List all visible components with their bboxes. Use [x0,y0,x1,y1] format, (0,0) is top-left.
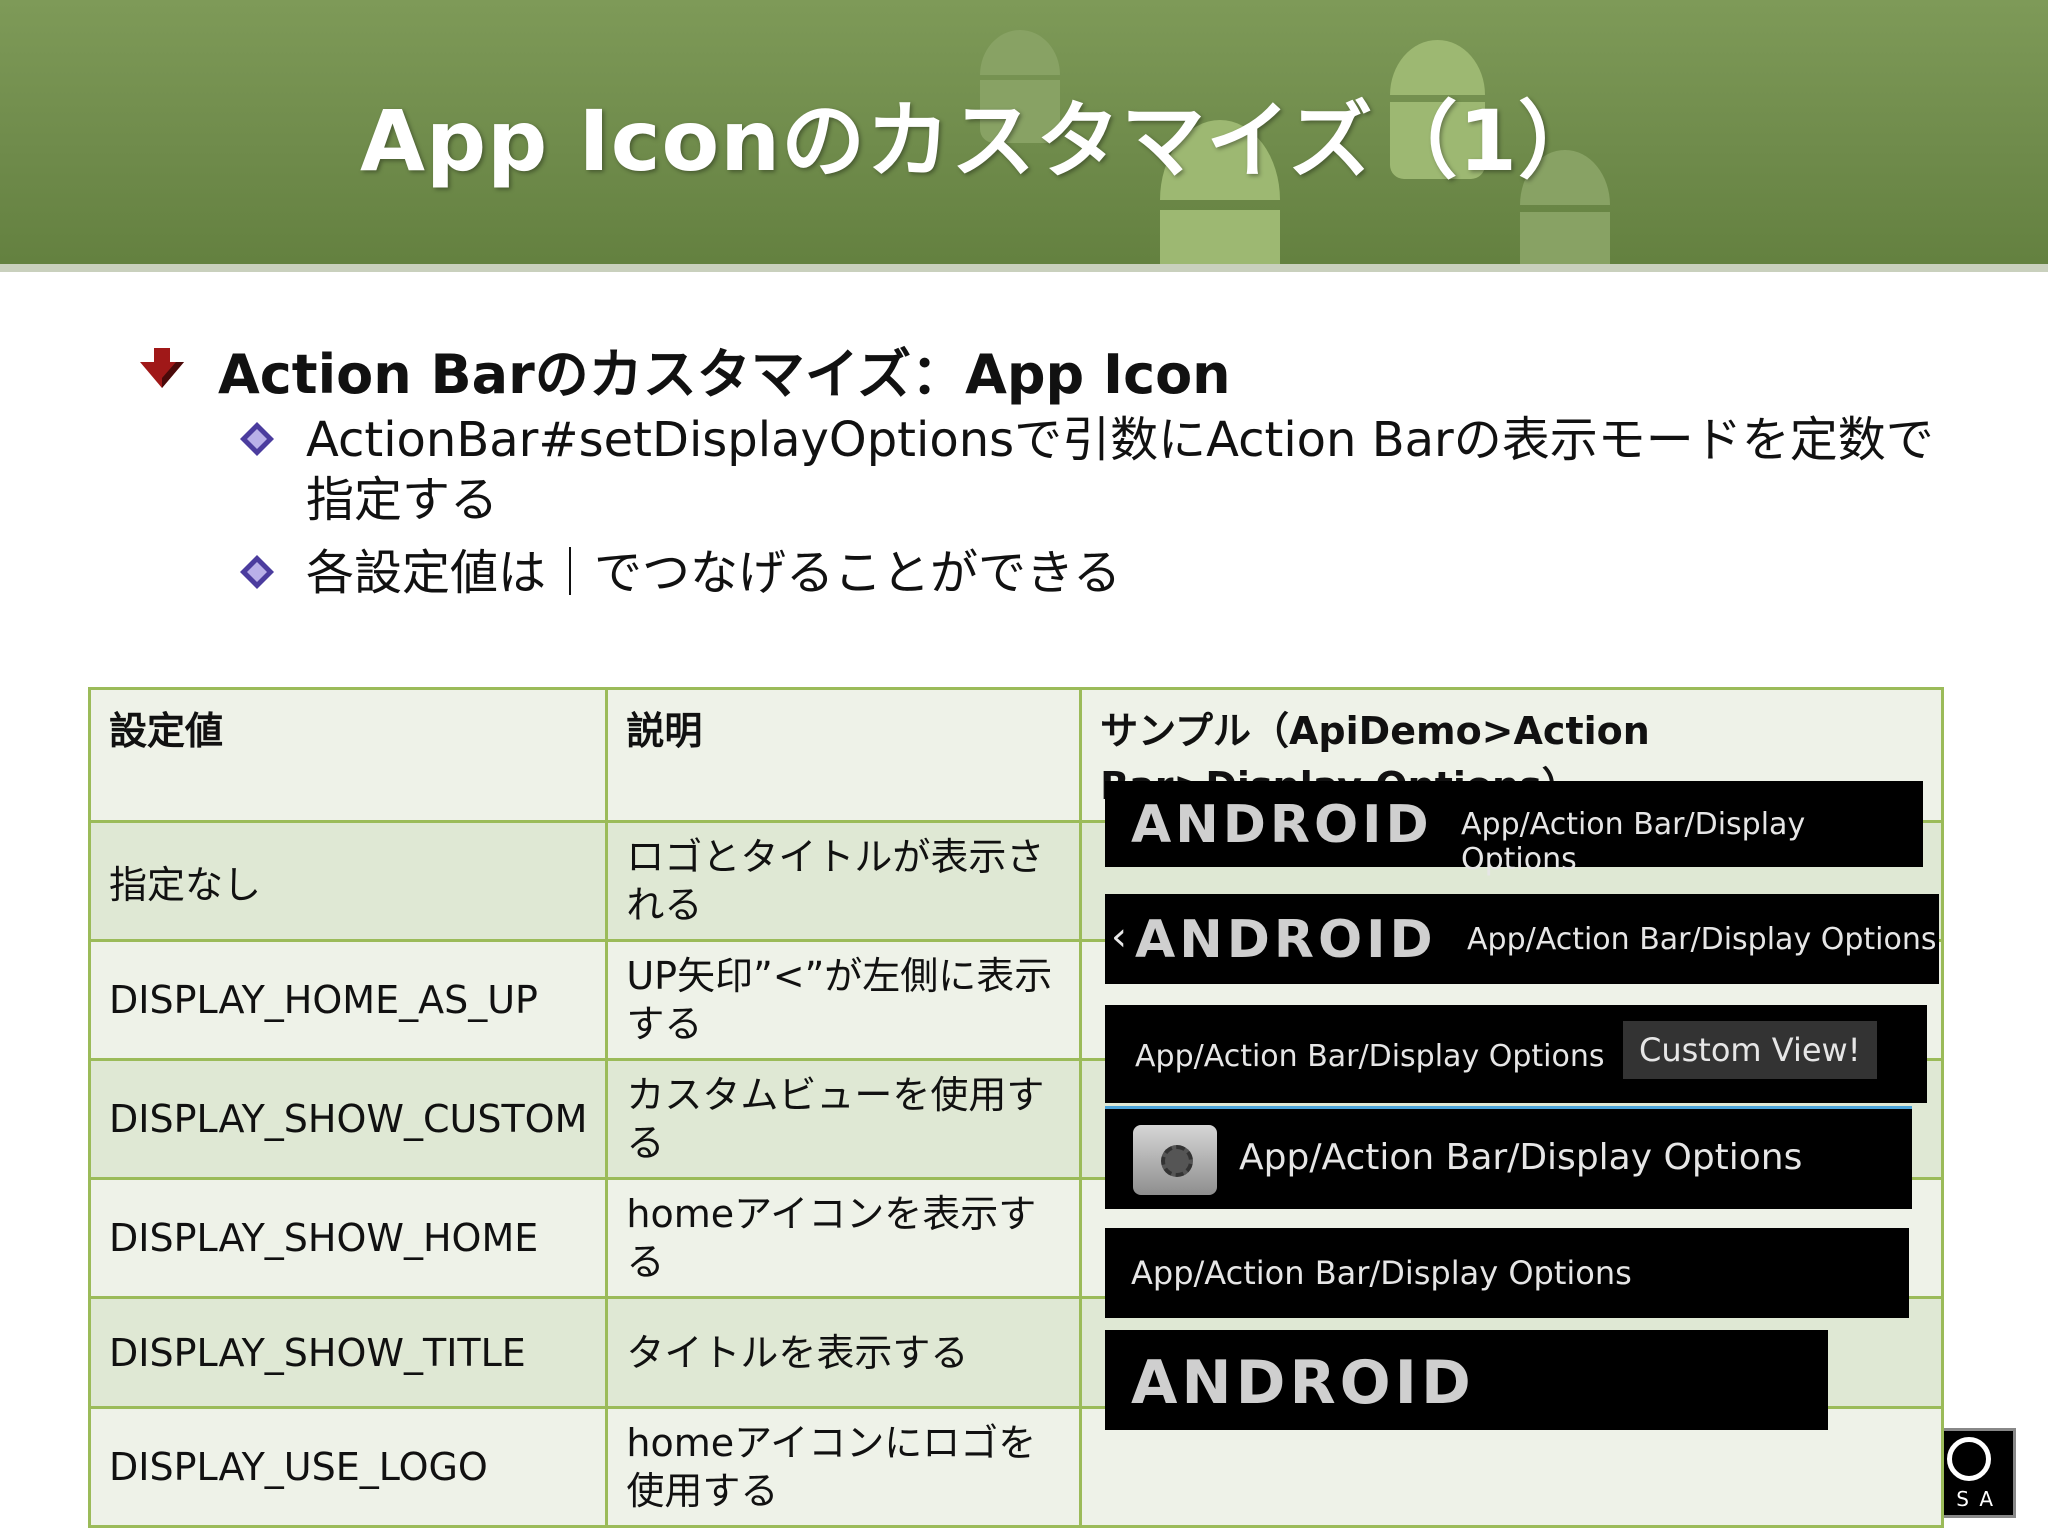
android-logo: ANDROID [1135,910,1437,970]
banner-divider [0,264,2048,272]
sub-bullet: 各設定値は｜でつなげることができる [240,543,1121,603]
setting-description: homeアイコンにロゴを使用する [605,1406,1083,1528]
setting-value: DISPLAY_SHOW_HOME [87,1177,609,1299]
sample-title: App/Action Bar/Display Options [1461,807,1806,877]
main-bullet-text: Action Barのカスタマイズ：App Icon [218,343,1231,406]
sample-actionbar-show-title: App/Action Bar/Display Options [1105,1228,1909,1318]
diamond-bullet-icon [240,555,274,589]
setting-value: DISPLAY_HOME_AS_UP [87,939,609,1061]
sample-actionbar-custom: App/Action Bar/Display Options Custom Vi… [1105,1005,1927,1103]
setting-value: 指定なし [87,820,609,942]
slide-title: App Iconのカスタマイズ（1） [360,92,1603,190]
cc-icon [1947,1437,1991,1481]
sample-actionbar-use-logo: ANDROID [1105,1330,1828,1430]
header-banner: App Iconのカスタマイズ（1） [0,0,2048,272]
android-logo: ANDROID [1131,1348,1475,1418]
setting-value: DISPLAY_SHOW_TITLE [87,1296,609,1409]
sample-title: App/Action Bar/Display Options [1135,1039,1605,1074]
sample-actionbar-home-as-up: ‹ ANDROID App/Action Bar/Display Options [1105,894,1939,984]
setting-description: カスタムビューを使用する [605,1058,1083,1180]
header-description: 説明 [605,687,1083,823]
sample-title: App/Action Bar/Display Options [1239,1137,1803,1178]
arrow-bullet-icon [140,347,184,392]
diamond-bullet-icon [240,422,274,456]
setting-description: ロゴとタイトルが表示される [605,820,1083,942]
up-arrow-icon: ‹ [1111,914,1127,960]
setting-description: homeアイコンを表示する [605,1177,1083,1299]
main-bullet: Action Barのカスタマイズ：App Icon [140,330,1231,409]
custom-view-button[interactable]: Custom View! [1623,1021,1877,1079]
sample-actionbar-default: ANDROID App/Action Bar/Display Options [1105,781,1923,877]
setting-description: タイトルを表示する [605,1296,1083,1409]
sub-bullet-text: 各設定値は｜でつなげることができる [306,545,1122,601]
android-logo: ANDROID [1131,795,1433,855]
sub-bullet: ActionBar#setDisplayOptionsで引数にAction Ba… [240,410,1940,530]
header-setting-value: 設定値 [87,687,609,823]
sample-title: App/Action Bar/Display Options [1131,1254,1632,1292]
setting-value: DISPLAY_USE_LOGO [87,1406,609,1528]
sample-title: App/Action Bar/Display Options [1467,922,1937,957]
settings-icon [1133,1125,1217,1195]
sub-bullet-text: ActionBar#setDisplayOptionsで引数にAction Ba… [306,412,1934,528]
setting-value: DISPLAY_SHOW_CUSTOM [87,1058,609,1180]
setting-description: UP矢印”<”が左側に表示する [605,939,1083,1061]
sample-actionbar-show-home: App/Action Bar/Display Options [1105,1106,1912,1209]
